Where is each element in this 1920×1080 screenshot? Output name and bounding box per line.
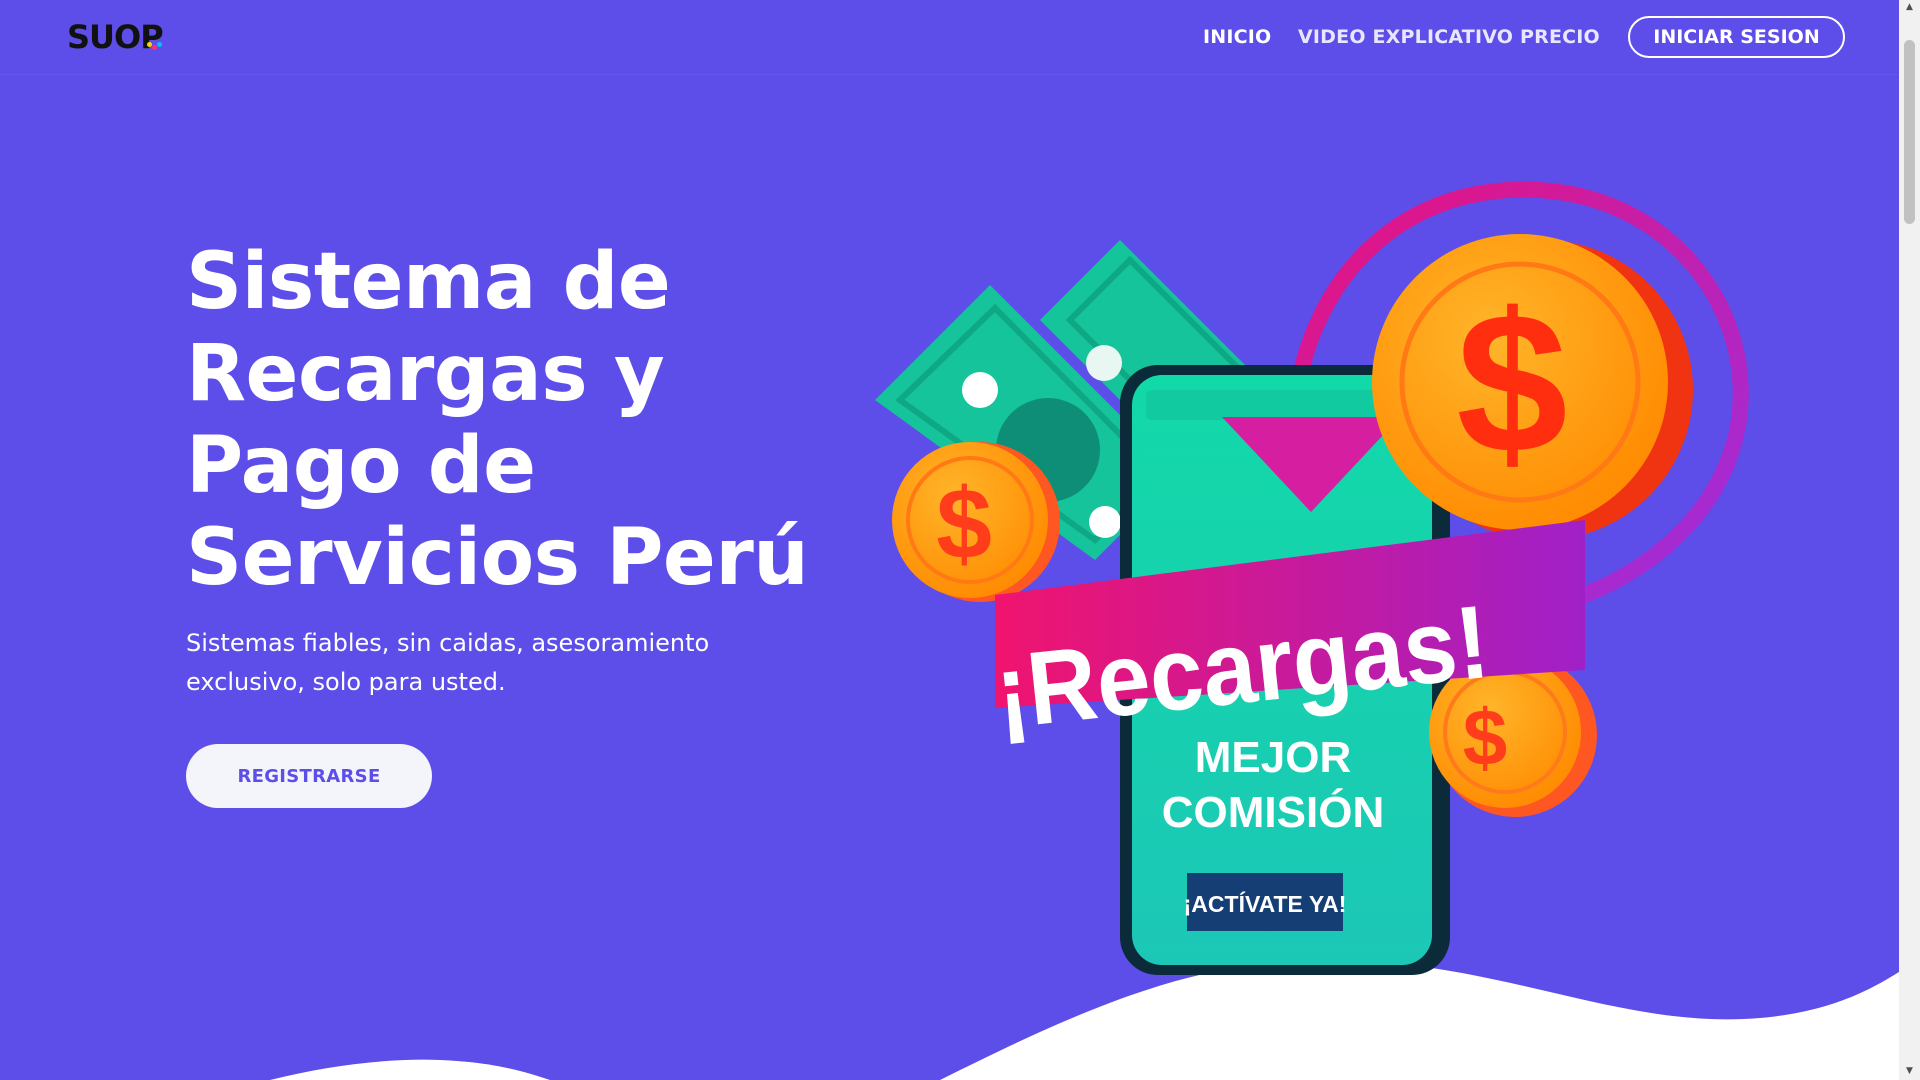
coin-small-left: $ [892, 442, 1060, 602]
logo[interactable]: SUOP [67, 18, 164, 56]
scroll-down-icon[interactable]: ▼ [1904, 1066, 1915, 1076]
phone-line-2: COMISIÓN [1162, 787, 1384, 837]
nav-item-video-explicativo[interactable]: VIDEO EXPLICATIVO [1298, 26, 1513, 48]
activate-label: ¡ACTÍVATE YA! [1184, 890, 1347, 917]
nav-item-precio[interactable]: PRECIO [1520, 26, 1600, 48]
phone-line-1: MEJOR [1195, 733, 1351, 782]
login-button[interactable]: INICIAR SESION [1628, 16, 1845, 58]
hero-title: Sistema de Recargas y Pago de Servicios … [186, 236, 809, 604]
coin-dollar-sign: $ [936, 468, 992, 580]
nav-item-inicio[interactable]: INICIO [1203, 26, 1271, 48]
coin-dollar-sign: $ [1463, 693, 1508, 782]
scroll-thumb[interactable] [1904, 40, 1915, 224]
register-button[interactable]: REGISTRARSE [186, 744, 432, 808]
recargas-illustration: MEJOR COMISIÓN ¡ACTÍVATE YA! $ $ $ ¡Reca… [875, 181, 1749, 975]
site-header: SUOP INICIO VIDEO EXPLICATIVO PRECIO INI… [0, 0, 1899, 75]
hero-title-line: Recargas y [186, 329, 665, 419]
hero-subtitle-line: exclusivo, solo para usted. [186, 668, 506, 696]
coin-dollar-sign: $ [1456, 272, 1567, 495]
scroll-up-icon[interactable]: ▲ [1904, 2, 1915, 12]
hero-title-line: Pago de [186, 421, 536, 511]
hero-subtitle-line: Sistemas fiables, sin caidas, asesoramie… [186, 629, 710, 657]
logo-dots [147, 42, 162, 50]
cash-bill-dot [1086, 345, 1122, 381]
hero-subtitle: Sistemas fiables, sin caidas, asesoramie… [186, 624, 746, 702]
hero-title-line: Sistema de [186, 237, 671, 327]
hero-title-line: Servicios Perú [186, 513, 809, 603]
page: SUOP INICIO VIDEO EXPLICATIVO PRECIO INI… [0, 0, 1899, 1080]
scrollbar[interactable]: ▲ ▼ [1899, 0, 1920, 1080]
